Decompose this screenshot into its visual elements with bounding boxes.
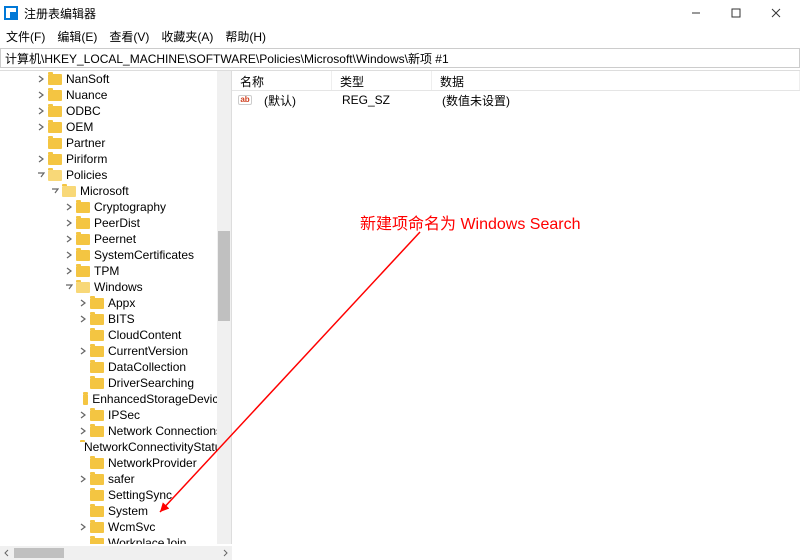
tree-item[interactable]: DataCollection [0,359,231,375]
tree-label: System [108,503,148,519]
column-data[interactable]: 数据 [432,71,800,90]
values-list-pane: 名称 类型 数据 ab (默认) REG_SZ (数值未设置) [232,71,800,544]
tree-label: CloudContent [108,327,181,343]
tree-label: NanSoft [66,71,109,87]
tree-item[interactable]: Network Connections [0,423,231,439]
tree-item[interactable]: SystemCertificates [0,247,231,263]
tree-label: Appx [108,295,135,311]
list-row[interactable]: ab (默认) REG_SZ (数值未设置) [232,91,800,109]
tree-label: Windows [94,279,143,295]
tree-label: Policies [66,167,107,183]
menubar: 文件(F) 编辑(E) 查看(V) 收藏夹(A) 帮助(H) [0,26,800,46]
tree-label: Peernet [94,231,136,247]
tree-label: Piriform [66,151,107,167]
address-bar[interactable]: 计算机\HKEY_LOCAL_MACHINE\SOFTWARE\Policies… [0,48,800,68]
tree-item[interactable]: TPM [0,263,231,279]
tree-label: Partner [66,135,105,151]
tree-label: NetworkProvider [108,455,197,471]
tree-label: WcmSvc [108,519,155,535]
tree-label: safer [108,471,135,487]
tree-label: TPM [94,263,119,279]
tree-label: SystemCertificates [94,247,194,263]
tree-label: OEM [66,119,93,135]
scroll-left-arrow[interactable] [0,546,14,560]
tree-label: ODBC [66,103,101,119]
tree-item[interactable]: WcmSvc [0,519,231,535]
tree-item[interactable]: BITS [0,311,231,327]
list-header: 名称 类型 数据 [232,71,800,91]
scrollbar-thumb[interactable] [218,231,230,321]
tree-item[interactable]: Policies [0,167,231,183]
tree-label: SettingSync [108,487,172,503]
tree-vertical-scrollbar[interactable] [217,71,231,544]
tree-item[interactable]: IPSec [0,407,231,423]
value-type: REG_SZ [334,93,434,107]
column-type[interactable]: 类型 [332,71,432,90]
tree-label: EnhancedStorageDevices [92,391,231,407]
tree-label: BITS [108,311,135,327]
string-value-icon: ab [238,93,252,107]
tree-label: IPSec [108,407,140,423]
menu-help[interactable]: 帮助(H) [225,28,266,45]
tree-item[interactable]: ODBC [0,103,231,119]
tree-label: DriverSearching [108,375,194,391]
scroll-right-arrow[interactable] [218,546,232,560]
tree-item[interactable]: OEM [0,119,231,135]
tree-item[interactable]: NanSoft [0,71,231,87]
tree-item[interactable]: Peernet [0,231,231,247]
tree-item[interactable]: Cryptography [0,199,231,215]
tree-item[interactable]: Piriform [0,151,231,167]
tree-label: CurrentVersion [108,343,188,359]
tree-item[interactable]: SettingSync [0,487,231,503]
tree-item[interactable]: Partner [0,135,231,151]
tree-label: Nuance [66,87,107,103]
maximize-button[interactable] [716,1,756,25]
tree-label: WorkplaceJoin [108,535,186,544]
tree-item[interactable]: Windows [0,279,231,295]
tree-item[interactable]: Microsoft [0,183,231,199]
tree-horizontal-scrollbar[interactable] [0,546,232,560]
tree-item[interactable]: NetworkProvider [0,455,231,471]
tree-item[interactable]: EnhancedStorageDevices [0,391,231,407]
tree-label: PeerDist [94,215,140,231]
address-text: 计算机\HKEY_LOCAL_MACHINE\SOFTWARE\Policies… [5,50,449,67]
tree-item[interactable]: Nuance [0,87,231,103]
tree-item[interactable]: DriverSearching [0,375,231,391]
close-button[interactable] [756,1,796,25]
registry-tree[interactable]: NanSoft Nuance ODBC OEM Partner Piriform… [0,71,231,544]
value-data: (数值未设置) [434,92,518,109]
tree-item[interactable]: Appx [0,295,231,311]
tree-label: Cryptography [94,199,166,215]
tree-item[interactable]: CurrentVersion [0,343,231,359]
window-title: 注册表编辑器 [24,5,96,22]
tree-item[interactable]: PeerDist [0,215,231,231]
tree-label: Microsoft [80,183,129,199]
tree-item[interactable]: safer [0,471,231,487]
tree-item[interactable]: CloudContent [0,327,231,343]
tree-pane: NanSoft Nuance ODBC OEM Partner Piriform… [0,71,232,544]
scrollbar-thumb[interactable] [14,548,64,558]
titlebar: 注册表编辑器 [0,0,800,26]
minimize-button[interactable] [676,1,716,25]
menu-favorites[interactable]: 收藏夹(A) [161,28,213,45]
menu-file[interactable]: 文件(F) [6,28,45,45]
value-name: (默认) [256,92,334,109]
app-icon [4,6,18,20]
tree-label: Network Connections [108,423,222,439]
tree-item[interactable]: NetworkConnectivityStatusIndi [0,439,231,455]
tree-label: NetworkConnectivityStatusIndi [84,439,231,455]
column-name[interactable]: 名称 [232,71,332,90]
content-area: NanSoft Nuance ODBC OEM Partner Piriform… [0,70,800,544]
tree-item[interactable]: WorkplaceJoin [0,535,231,544]
tree-item[interactable]: System [0,503,231,519]
menu-view[interactable]: 查看(V) [109,28,149,45]
menu-edit[interactable]: 编辑(E) [57,28,97,45]
tree-label: DataCollection [108,359,186,375]
